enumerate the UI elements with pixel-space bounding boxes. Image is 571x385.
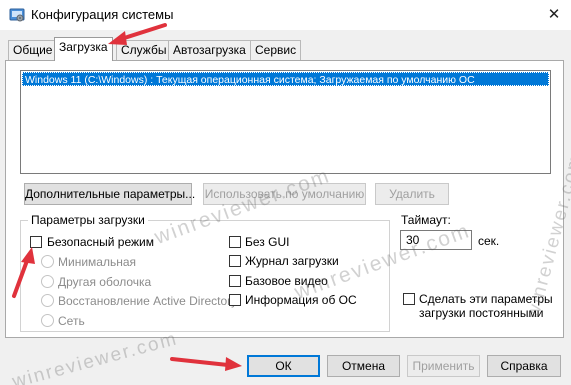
- safe-boot-checkbox[interactable]: [30, 236, 42, 248]
- timeout-label: Таймаут:: [401, 213, 451, 227]
- alternate-shell-label: Другая оболочка: [58, 275, 152, 289]
- close-icon: ✕: [547, 6, 561, 23]
- safe-boot-label: Безопасный режим: [47, 235, 154, 249]
- minimal-radio[interactable]: [41, 255, 54, 268]
- msconfig-app-icon: [9, 8, 25, 22]
- ad-repair-label: Восстановление Active Directory: [58, 294, 238, 308]
- boot-log-label: Журнал загрузки: [245, 254, 339, 268]
- ad-repair-radio[interactable]: [41, 294, 54, 307]
- cancel-button[interactable]: Отмена: [327, 355, 400, 377]
- arrow-to-ok: [170, 357, 230, 367]
- tab-general[interactable]: Общие: [8, 40, 58, 60]
- tab-boot[interactable]: Загрузка: [54, 37, 113, 61]
- network-label: Сеть: [58, 314, 85, 328]
- base-video-checkbox[interactable]: [229, 275, 241, 287]
- apply-button[interactable]: Применить: [407, 355, 480, 377]
- advanced-options-button[interactable]: Дополнительные параметры...: [24, 183, 195, 205]
- make-permanent-checkbox[interactable]: [403, 293, 415, 305]
- timeout-unit: сек.: [478, 234, 500, 248]
- close-button[interactable]: ✕: [544, 5, 564, 25]
- alternate-shell-radio[interactable]: [41, 275, 54, 288]
- window-title: Конфигурация системы: [31, 7, 174, 22]
- os-info-checkbox[interactable]: [229, 294, 241, 306]
- delete-button[interactable]: Удалить: [375, 183, 449, 205]
- boot-log-checkbox[interactable]: [229, 255, 241, 267]
- tab-tools[interactable]: Сервис: [250, 40, 302, 60]
- tab-startup[interactable]: Автозагрузка: [168, 40, 251, 60]
- no-gui-label: Без GUI: [245, 235, 290, 249]
- help-button[interactable]: Справка: [487, 355, 561, 377]
- tab-services[interactable]: Службы: [116, 40, 172, 60]
- minimal-label: Минимальная: [58, 255, 137, 269]
- boot-options-label: Параметры загрузки: [28, 213, 148, 227]
- ok-button[interactable]: ОК: [247, 355, 320, 377]
- network-radio[interactable]: [41, 314, 54, 327]
- os-list-item[interactable]: Windows 11 (C:\Windows) : Текущая операц…: [22, 72, 549, 86]
- no-gui-checkbox[interactable]: [229, 236, 241, 248]
- os-list[interactable]: Windows 11 (C:\Windows) : Текущая операц…: [20, 70, 551, 174]
